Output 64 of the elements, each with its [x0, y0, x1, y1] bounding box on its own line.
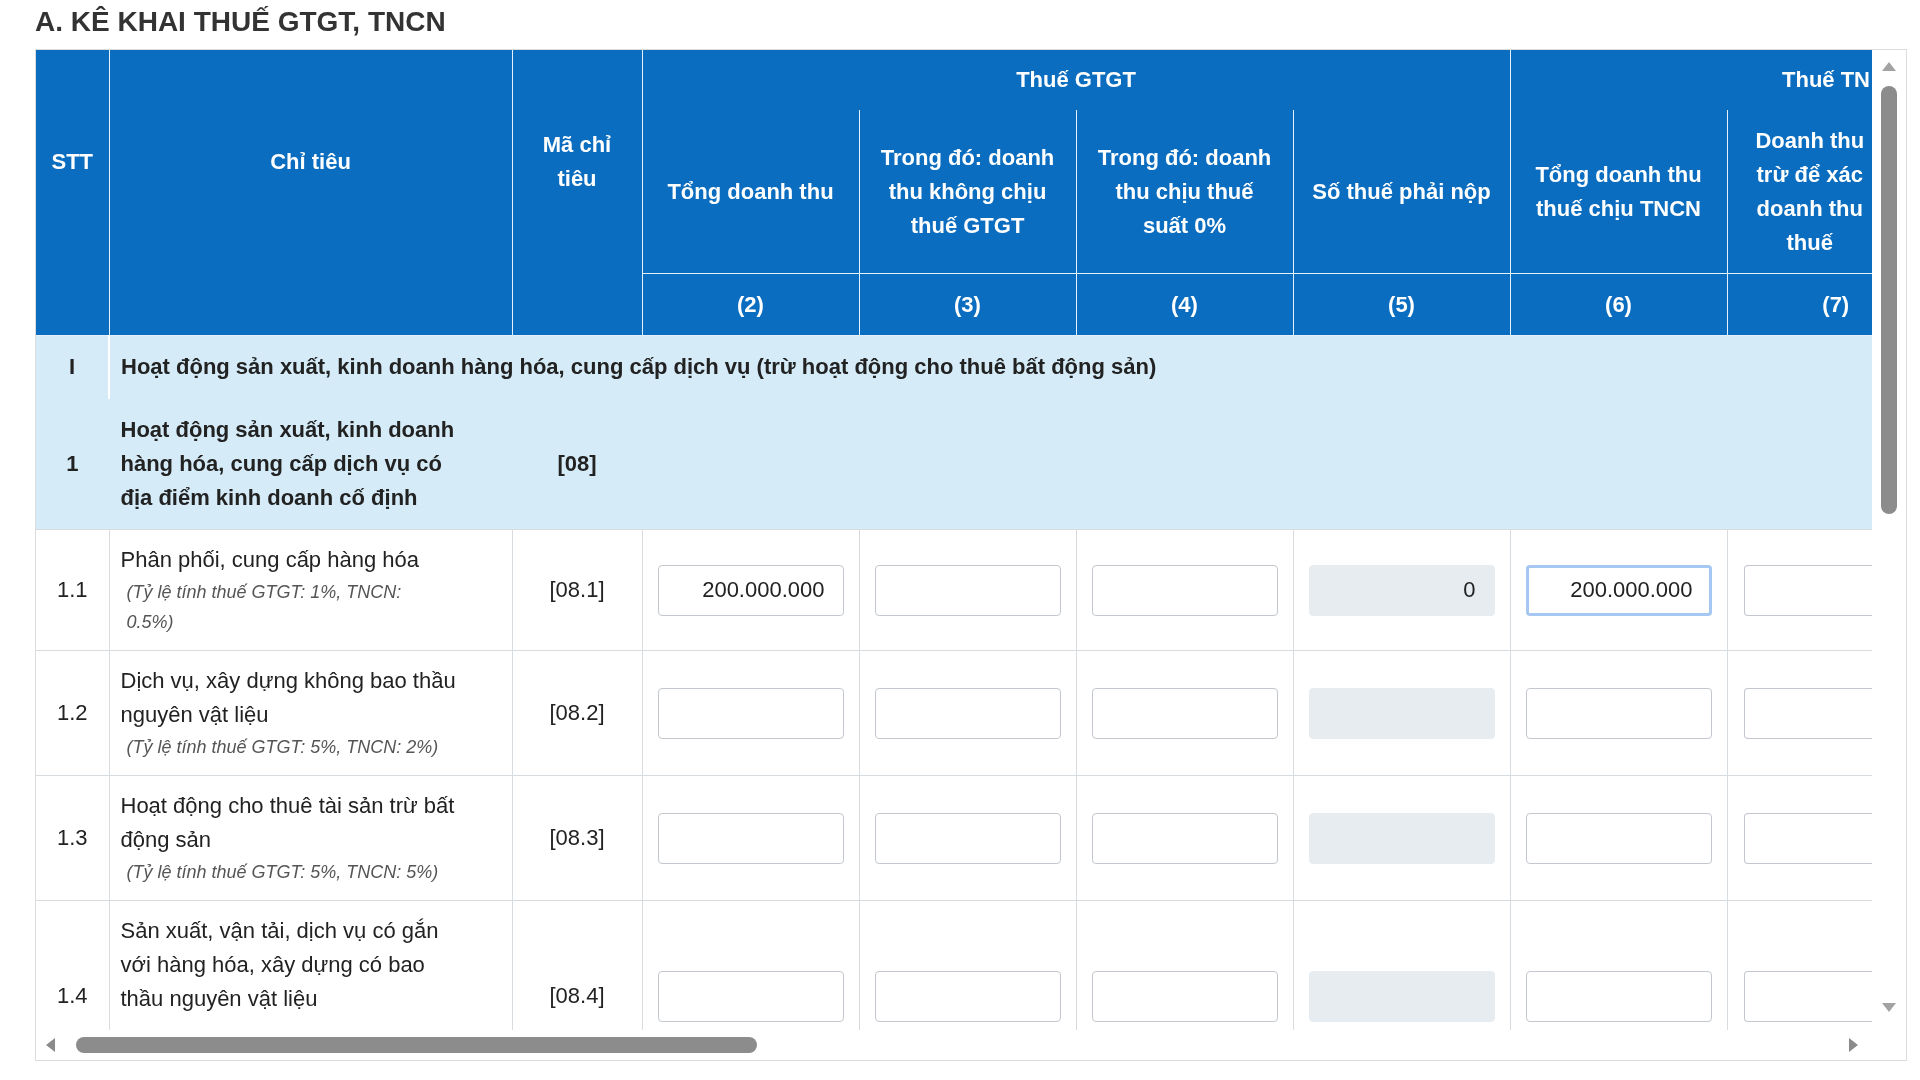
column-number: (3): [954, 290, 981, 319]
column-number: (6): [1605, 290, 1632, 319]
input-field[interactable]: [1091, 564, 1278, 616]
input-field[interactable]: [874, 564, 1061, 616]
row-number: 1: [66, 451, 79, 476]
row-number: 1.1: [56, 577, 88, 602]
item-code: [08.4]: [549, 983, 605, 1008]
scrollbar-thumb[interactable]: [76, 1037, 757, 1053]
row-number: 1.3: [56, 825, 88, 850]
input-field[interactable]: [657, 812, 844, 864]
item-label: Hoạt động cho thuê tài sản trừ bất động sản: [120, 792, 456, 854]
scroll-up-icon[interactable]: [1882, 62, 1896, 71]
item-label: Dịch vụ, xây dựng không bao thầu nguyên vật liệu: [120, 667, 457, 729]
input-field[interactable]: [1091, 970, 1278, 1022]
column-header: Mã chỉ tiêu: [542, 131, 612, 193]
rate-note: (Tỷ lệ tính thuế GTGT: 5%, TNCN: 5%): [125, 861, 440, 884]
item-label: Phân phối, cung cấp hàng hóa: [120, 546, 420, 574]
scrollbar-thumb[interactable]: [1881, 86, 1897, 514]
column-header: STT: [51, 148, 94, 176]
scroll-left-icon[interactable]: [46, 1038, 55, 1052]
input-field[interactable]: [874, 970, 1061, 1022]
input-field[interactable]: 200.000.000: [657, 564, 844, 616]
section-title: A. KÊ KHAI THUẾ GTGT, TNCN: [35, 5, 447, 39]
item-code: [08.2]: [549, 700, 605, 725]
input-field[interactable]: [1091, 812, 1278, 864]
input-field[interactable]: [657, 970, 844, 1022]
input-field[interactable]: [874, 812, 1061, 864]
input-field[interactable]: [1091, 687, 1278, 739]
input-field[interactable]: [1743, 970, 1872, 1022]
item-code: [08]: [557, 451, 597, 476]
input-field[interactable]: [1525, 970, 1712, 1022]
column-header: Tổng doanh thu: [667, 177, 834, 206]
input-field[interactable]: [657, 687, 844, 739]
column-number: (5): [1388, 290, 1415, 319]
section-label: Hoạt động sản xuất, kinh doanh hàng hóa, cung cấp dịch vụ (trừ hoạt động cho thuê bất động sản): [121, 353, 1158, 381]
column-group-header: Thuế TN: [1782, 66, 1870, 94]
section-label: Hoạt động sản xuất, kinh doanh hàng hóa, cung cấp dịch vụ có địa điểm kinh doanh cố định: [120, 416, 456, 512]
column-header: Trong đó: doanh thu chịu thuế suất 0%: [1097, 143, 1272, 240]
input-field[interactable]: 200.000.000: [1525, 564, 1712, 616]
column-header: Doanh thu trừ để xác doanh thu thuế: [1755, 126, 1865, 257]
row-number: 1.4: [56, 983, 88, 1008]
column-header: Số thuế phải nộp: [1312, 177, 1491, 206]
input-field[interactable]: [1525, 812, 1712, 864]
row-number: I: [68, 354, 76, 379]
input-field[interactable]: [874, 687, 1061, 739]
column-number: (7): [1822, 290, 1850, 319]
rate-note: (Tỷ lệ tính thuế GTGT: 5%, TNCN: 2%): [125, 736, 440, 759]
scroll-down-icon[interactable]: [1882, 1003, 1896, 1012]
row-number: 1.2: [56, 700, 88, 725]
column-header: Chỉ tiêu: [270, 148, 351, 176]
item-label: Sản xuất, vận tải, dịch vụ có gắn với hàng hóa, xây dựng có bao thầu nguyên vật liệu: [120, 917, 440, 1013]
column-number: (2): [737, 290, 764, 319]
input-field[interactable]: [1743, 564, 1872, 616]
column-header: Trong đó: doanh thu không chịu thuế GTGT: [880, 143, 1055, 240]
rate-note: (Tỷ lệ tính thuế GTGT: 1%, TNCN: 0.5%): [125, 581, 403, 634]
column-header: Tổng doanh thu thuế chịu TNCN: [1535, 160, 1702, 223]
input-field[interactable]: [1743, 812, 1872, 864]
item-code: [08.1]: [549, 577, 605, 602]
input-field[interactable]: [1525, 687, 1712, 739]
column-number: (4): [1171, 290, 1198, 319]
column-group-header: Thuế GTGT: [1016, 66, 1136, 94]
item-code: [08.3]: [549, 825, 605, 850]
input-field[interactable]: [1743, 687, 1872, 739]
scroll-right-icon[interactable]: [1849, 1038, 1858, 1052]
